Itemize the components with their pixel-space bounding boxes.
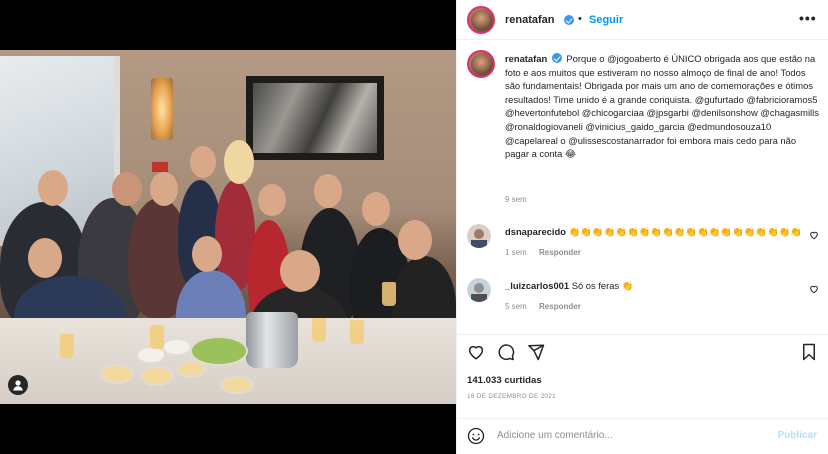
header-separator: •: [578, 13, 582, 25]
verified-badge-icon: [564, 15, 574, 25]
smiley-icon[interactable]: [467, 427, 485, 445]
photo-beer-glass: [312, 318, 326, 342]
photo-food-bowl: [176, 360, 206, 378]
heart-icon[interactable]: [467, 343, 485, 361]
instagram-post-dialog: renatafan • Seguir ••• renatafan Porque …: [0, 0, 828, 454]
photo-group-of-people: [0, 140, 456, 366]
comment-timestamp: 1 sem: [505, 248, 527, 257]
follow-button[interactable]: Seguir: [589, 14, 623, 26]
reply-button[interactable]: Responder: [539, 248, 581, 257]
comment-body: 👏👏👏👏👏👏👏👏👏👏👏👏👏👏👏👏👏👏👏👏: [568, 226, 803, 237]
author-avatar[interactable]: [467, 6, 495, 34]
comment-username[interactable]: dsnaparecido: [505, 226, 566, 237]
photo-food-bowl: [162, 338, 192, 356]
comment-body: Só os feras 👏: [571, 280, 634, 291]
photo-food-bowl: [140, 366, 174, 386]
verified-badge-icon: [551, 53, 562, 63]
caption-body: Porque o @jogoaberto é ÚNICO obrigada ao…: [505, 53, 819, 160]
caption-author-avatar[interactable]: [467, 50, 495, 78]
bookmark-icon[interactable]: [801, 343, 817, 361]
commenter-avatar[interactable]: [467, 278, 491, 302]
photo-food-bowl: [220, 376, 254, 394]
comment-icon[interactable]: [497, 343, 515, 361]
add-comment-bar: Adicione um comentário... Publicar: [457, 418, 828, 454]
post-side-panel: renatafan • Seguir ••• renatafan Porque …: [456, 0, 828, 454]
share-icon[interactable]: [527, 343, 545, 361]
photo-beer-glass: [382, 282, 396, 306]
photo-food-bowl: [100, 364, 134, 384]
comment-meta: 5 sem Responder: [505, 302, 591, 311]
comment-username[interactable]: _luizcarlos001: [505, 280, 569, 291]
comment-meta: 1 sem Responder: [505, 248, 591, 257]
caption-timestamp: 9 sem: [505, 195, 527, 204]
commenter-avatar[interactable]: [467, 224, 491, 248]
post-photo[interactable]: [0, 50, 456, 404]
publish-button[interactable]: Publicar: [778, 430, 817, 441]
caption-username[interactable]: renatafan: [505, 53, 547, 64]
comment-like-heart-icon[interactable]: [809, 284, 819, 294]
comment-text: dsnaparecido 👏👏👏👏👏👏👏👏👏👏👏👏👏👏👏👏👏👏👏👏: [505, 226, 802, 238]
comment-text: _luizcarlos001 Só os feras 👏: [505, 280, 633, 292]
photo-ice-bucket: [246, 312, 298, 368]
photo-wall-lamp: [151, 78, 173, 140]
author-username[interactable]: renatafan: [505, 14, 555, 26]
caption-text: renatafan Porque o @jogoaberto é ÚNICO o…: [505, 52, 819, 161]
photo-beer-glass: [150, 325, 164, 349]
comment-timestamp: 5 sem: [505, 302, 527, 311]
comment-like-heart-icon[interactable]: [809, 230, 819, 240]
post-header: renatafan • Seguir •••: [457, 0, 828, 40]
post-date: 16 DE DEZEMBRO DE 2021: [467, 393, 556, 400]
photo-beer-glass: [350, 320, 364, 344]
tagged-users-button[interactable]: [8, 375, 28, 395]
user-icon: [13, 380, 23, 391]
post-media-panel: [0, 0, 456, 454]
comment-input[interactable]: Adicione um comentário...: [497, 430, 613, 441]
more-options-icon[interactable]: •••: [799, 10, 817, 26]
likes-count[interactable]: 141.033 curtidas: [467, 375, 542, 386]
reply-button[interactable]: Responder: [539, 302, 581, 311]
photo-beer-glass: [60, 334, 74, 358]
